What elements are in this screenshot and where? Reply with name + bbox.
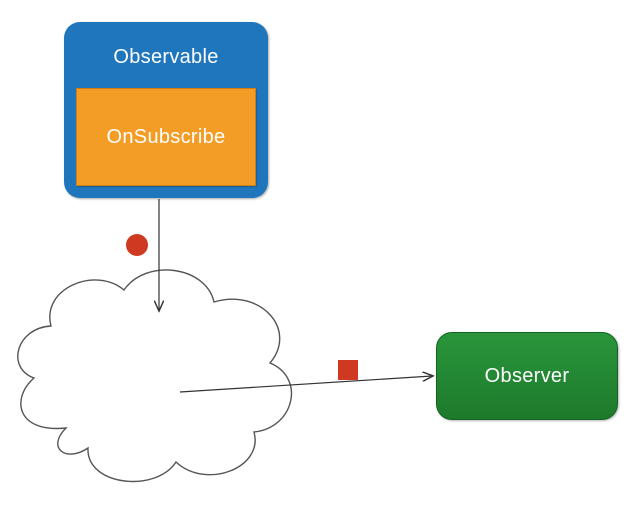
onsubscribe-box: OnSubscribe xyxy=(76,88,256,186)
observable-title: Observable xyxy=(64,46,268,69)
cloud-shape xyxy=(6,248,306,494)
onsubscribe-label: OnSubscribe xyxy=(107,126,226,149)
observable-box: Observable OnSubscribe xyxy=(64,22,268,198)
event-marker-circle-icon xyxy=(126,234,148,256)
event-marker-square-icon xyxy=(338,360,358,380)
diagram-stage: Observable OnSubscribe Observer xyxy=(0,0,644,514)
observer-label: Observer xyxy=(485,365,570,388)
observer-box: Observer xyxy=(436,332,618,420)
